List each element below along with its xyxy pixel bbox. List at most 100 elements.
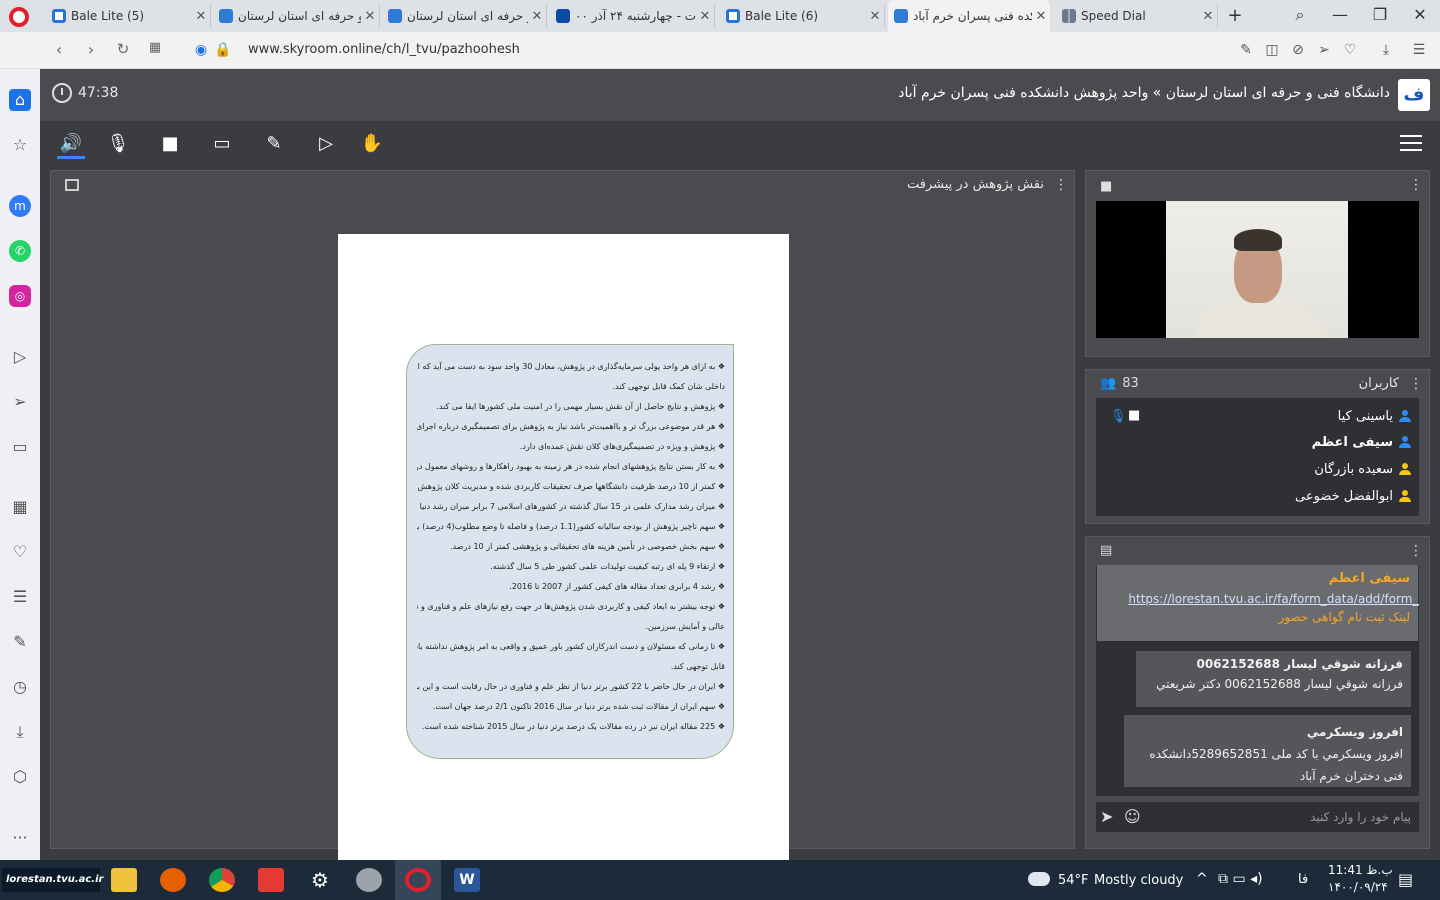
kebab-menu-icon[interactable]: ⋮	[1409, 543, 1423, 559]
chevron-up-icon[interactable]: ^	[1196, 871, 1208, 887]
send-icon[interactable]: ➢	[9, 391, 31, 413]
hamburger-menu-icon[interactable]	[1400, 135, 1422, 151]
clock-date[interactable]: ۱۴۰۰/۰۹/۲۴	[1328, 880, 1388, 894]
chat-icon: ▤	[1100, 543, 1113, 558]
grid-icon	[1062, 9, 1076, 23]
user-item[interactable]: سیفی اعظم	[1312, 430, 1411, 454]
kebab-menu-icon[interactable]: ⋮	[1054, 177, 1068, 193]
download-icon[interactable]: ⤓	[1377, 42, 1395, 58]
skyroom-app: 47:38 دانشگاه فنی و حرفه ای استان لرستان…	[40, 69, 1440, 872]
extensions-icon[interactable]: ⬡	[9, 766, 31, 788]
weather-text[interactable]: Mostly cloudy	[1094, 873, 1183, 888]
user-item[interactable]: ابوالفضل خضوعی	[1295, 484, 1411, 508]
close-icon[interactable]: ✕	[1199, 9, 1217, 24]
settings-gear-icon[interactable]: ⚙	[307, 868, 333, 892]
speaker-icon[interactable]: 🔊	[57, 133, 85, 159]
user-icon	[1399, 410, 1411, 422]
speed-dial-icon[interactable]: ▦	[9, 496, 31, 518]
whatsapp-icon[interactable]: ✆	[9, 240, 31, 262]
firefox-icon[interactable]	[160, 868, 186, 892]
close-icon[interactable]: ✕	[866, 9, 884, 24]
home-icon[interactable]: ⌂	[9, 89, 31, 111]
whiteboard-icon[interactable]: ✎	[260, 133, 288, 159]
mic-icon[interactable]: 🎙	[1110, 409, 1127, 424]
tab-speed-dial[interactable]: Speed Dial ✕	[1056, 4, 1218, 28]
kebab-menu-icon[interactable]: ⋮	[1409, 376, 1423, 392]
new-tab-button[interactable]: +	[1220, 5, 1250, 26]
mic-off-icon[interactable]: 🎙	[104, 133, 132, 159]
player-icon[interactable]: ▷	[9, 346, 31, 368]
skyroom-icon	[894, 9, 908, 23]
start-button[interactable]: lorestan.tvu.ac.ir	[2, 868, 103, 892]
heart-icon[interactable]: ♡	[1341, 42, 1359, 58]
snapshot-icon[interactable]: ◫	[1263, 42, 1281, 58]
user-item[interactable]: سعیده بازرگان	[1314, 457, 1411, 481]
slide-bullet: ❖ پژوهش و ویژه در تصمیمگیری‌های کلان نقش…	[519, 442, 725, 451]
tabs-overview-icon[interactable]: ▦	[144, 40, 166, 55]
close-icon[interactable]: ✕	[528, 9, 546, 24]
opera-menu-icon[interactable]	[9, 7, 29, 27]
fullscreen-icon[interactable]	[65, 179, 79, 191]
close-icon[interactable]: ✕	[192, 9, 210, 24]
opera-taskbar-icon[interactable]	[405, 868, 431, 892]
history-icon[interactable]: ◷	[9, 676, 31, 698]
instagram-icon[interactable]: ◎	[9, 285, 31, 307]
chrome-icon[interactable]	[209, 868, 235, 892]
screen-share-icon[interactable]: ▭	[208, 133, 236, 159]
close-icon[interactable]: ✕	[361, 9, 379, 24]
send-icon[interactable]: ➢	[1315, 42, 1333, 58]
network-globe-icon[interactable]	[356, 868, 382, 892]
anydesk-icon[interactable]	[258, 868, 284, 892]
tab-tvu-1[interactable]: و حرفه ای استان لرستان ✕	[213, 4, 380, 28]
reload-icon[interactable]: ↻	[112, 40, 134, 58]
tray-icons[interactable]: ⧉ ▭ ◂)	[1218, 871, 1263, 887]
close-icon[interactable]: ✕	[1032, 9, 1050, 24]
wallet-icon[interactable]: ▭	[9, 436, 31, 458]
tab-tvu-2[interactable]: و حرفه ای استان لرستان ✕	[382, 4, 547, 28]
messenger-icon[interactable]: m	[9, 195, 31, 217]
user-icon	[1399, 490, 1411, 502]
restore-icon[interactable]: ❐	[1365, 5, 1395, 24]
download-icon[interactable]: ⤓	[9, 721, 31, 743]
slide-bullet: ❖ پژوهش و نتایج حاصل از آن نقش بسیار مهم…	[436, 402, 725, 411]
forward-icon[interactable]: ›	[80, 40, 102, 59]
close-icon[interactable]: ✕	[696, 9, 714, 24]
language-indicator[interactable]: فا	[1298, 872, 1308, 887]
notes-icon[interactable]: ☰	[9, 586, 31, 608]
user-item[interactable]: یاسینی کیا	[1338, 404, 1411, 428]
chat-input[interactable]: پیام خود را وارد کنید ☺ ➤	[1096, 802, 1419, 832]
word-icon[interactable]: W	[454, 868, 480, 892]
heart-icon[interactable]: ♡	[9, 541, 31, 563]
media-icon[interactable]: ▷	[312, 133, 340, 159]
minimize-icon[interactable]: —	[1325, 5, 1355, 24]
tab-calendar[interactable]: ت - چهارشنبه ۲۴ آذر ۰۰ ✕	[550, 4, 715, 28]
kebab-menu-icon[interactable]: ⋮	[1409, 177, 1423, 193]
back-icon[interactable]: ‹	[48, 40, 70, 59]
tab-skyroom-active[interactable]: کده فنی پسران خرم آباد ✕	[888, 0, 1050, 32]
room-toolbar: 🔊 🎙 ■ ▭ ✎ ▷ ✋	[40, 121, 1440, 169]
more-icon[interactable]: ···	[9, 827, 31, 849]
edit-icon[interactable]: ✎	[1237, 42, 1255, 58]
clock-time[interactable]: 11:41 ب.ظ	[1328, 863, 1393, 877]
vpn-icon[interactable]: ◉	[192, 42, 210, 58]
raise-hand-icon[interactable]: ✋	[358, 133, 386, 159]
send-icon[interactable]: ➤	[1100, 807, 1113, 826]
bale-icon	[52, 9, 66, 23]
url-text[interactable]: www.skyroom.online/ch/l_tvu/pazhoohesh	[248, 42, 520, 57]
emoji-icon[interactable]: ☺	[1124, 807, 1141, 826]
tab-bale-5[interactable]: Bale Lite (5) ✕	[46, 4, 211, 28]
camera-icon[interactable]: ■	[1128, 408, 1140, 423]
file-explorer-icon[interactable]	[111, 868, 137, 892]
lock-icon[interactable]: 🔒	[214, 42, 232, 58]
notification-icon[interactable]: ▤	[1398, 870, 1413, 889]
search-icon[interactable]: ⌕	[1285, 5, 1315, 25]
adblock-icon[interactable]: ⊘	[1289, 42, 1307, 58]
star-icon[interactable]: ☆	[9, 134, 31, 156]
form-link[interactable]: https://lorestan.tvu.ac.ir/fa/form_data/…	[1105, 592, 1419, 606]
weather-temp[interactable]: 54°F	[1058, 873, 1089, 888]
edit-icon[interactable]: ✎	[9, 631, 31, 653]
tab-bale-6[interactable]: Bale Lite (6) ✕	[720, 4, 885, 28]
close-window-icon[interactable]: ✕	[1405, 5, 1435, 24]
camera-icon[interactable]: ■	[156, 133, 184, 159]
easy-setup-icon[interactable]: ☰	[1410, 42, 1428, 58]
